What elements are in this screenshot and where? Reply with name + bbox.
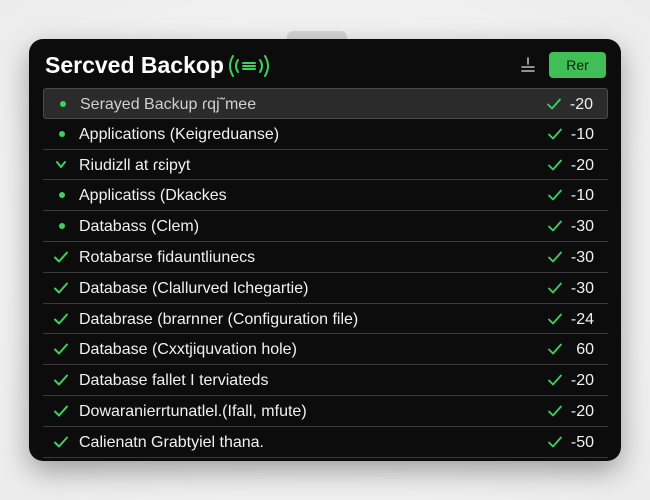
check-icon [54, 313, 68, 325]
backup-item-row[interactable]: Applicatiss (Dkackes -10 [43, 180, 608, 212]
check-icon [547, 98, 561, 110]
row-label: Serayed Backup ɾqj˜mee [80, 96, 257, 113]
arrow-icon [56, 160, 66, 168]
row-value: -30 [570, 279, 594, 297]
row-label: Database (Cxxtjiquvation hole) [79, 341, 297, 359]
row-value: -10 [570, 187, 594, 205]
row-value: -10 [570, 125, 594, 143]
check-icon [548, 405, 562, 417]
row-value: -24 [570, 310, 594, 328]
check-icon [548, 436, 562, 448]
check-icon [548, 159, 562, 170]
row-label: Applicatiss (Dkackes [79, 187, 227, 205]
check-icon [54, 251, 68, 263]
row-value: -20 [569, 96, 593, 113]
row-label: Rotabarse fidauntliunecs [79, 248, 256, 266]
row-label: Database fallet I terviateds [79, 372, 269, 390]
check-icon [548, 374, 562, 386]
check-icon [54, 374, 68, 386]
row-label: Dowaranierrtunatlel.(Ifall, mfute) [79, 402, 307, 420]
check-icon [548, 220, 562, 232]
dot-icon [59, 192, 65, 199]
row-value: -20 [570, 402, 594, 420]
backup-item-row[interactable]: Databass (Clem) -30 [43, 211, 608, 242]
backup-item-row[interactable]: Database fallet I terviateds -20 [43, 365, 608, 396]
sort-icon[interactable] [519, 56, 537, 74]
dot-icon [59, 130, 65, 137]
backup-item-row[interactable]: Database (Cxxtjiquvation hole) 60 [43, 334, 608, 366]
row-value: -30 [570, 248, 594, 266]
backup-item-row[interactable]: Riudizll at ɾɛipyt -20 [43, 150, 608, 181]
row-label: Riudizll at ɾɛipyt [79, 156, 191, 174]
row-value: -30 [570, 218, 594, 236]
check-icon [54, 405, 68, 417]
row-value: -20 [570, 156, 594, 174]
backup-item-list: Serayed Backup ɾqj˜mee -20 Applications (K… [43, 88, 608, 458]
panel-title: Sercved Backop [45, 52, 224, 78]
check-icon [548, 128, 562, 140]
panel-header: Sercved Backop Rer [29, 39, 621, 89]
row-label: Applications (Keigreduanse) [79, 125, 280, 143]
check-icon [54, 343, 68, 355]
backup-item-row[interactable]: Calienatn Grabtyiel thana. -50 [43, 427, 608, 458]
backup-item-row[interactable]: Dowaranierrtunatlel.(Ifall, mfute) -20 [43, 396, 608, 427]
row-label: Databass (Clem) [79, 218, 200, 236]
backup-item-row[interactable]: Rotabarse fidauntliunecs -30 [43, 242, 608, 273]
row-value: -20 [570, 372, 594, 390]
check-icon [548, 189, 562, 201]
backup-item-row[interactable]: Serayed Backup ɾqj˜mee -20 [43, 88, 608, 119]
check-icon [548, 343, 562, 355]
desktop-background: Sercved Backop Rer Serayed Backup ɾqj˜me… [0, 0, 650, 500]
row-value: -50 [570, 433, 594, 451]
signal-waves-icon [229, 55, 269, 77]
backup-panel: Sercved Backop Rer Serayed Backup ɾqj˜me… [29, 39, 621, 461]
backup-item-row[interactable]: Database (Clallurved Ichegartie) -30 [43, 273, 608, 304]
check-icon [548, 282, 562, 294]
backup-item-row[interactable]: Databrase (brarnner (Configuration file)… [43, 304, 608, 335]
check-icon [54, 436, 68, 448]
backup-item-row[interactable]: Applications (Keigreduanse) -10 [43, 119, 608, 150]
row-label: Calienatn Grabtyiel thana. [79, 433, 264, 451]
dot-icon [60, 101, 66, 107]
check-icon [548, 313, 562, 324]
run-button[interactable]: Rer [549, 52, 606, 78]
dot-icon [59, 223, 65, 230]
check-icon [54, 282, 68, 294]
row-value: 60 [576, 341, 594, 359]
row-label: Databrase (brarnner (Configuration file) [79, 310, 359, 328]
check-icon [548, 251, 562, 263]
row-label: Database (Clallurved Ichegartie) [79, 279, 309, 297]
